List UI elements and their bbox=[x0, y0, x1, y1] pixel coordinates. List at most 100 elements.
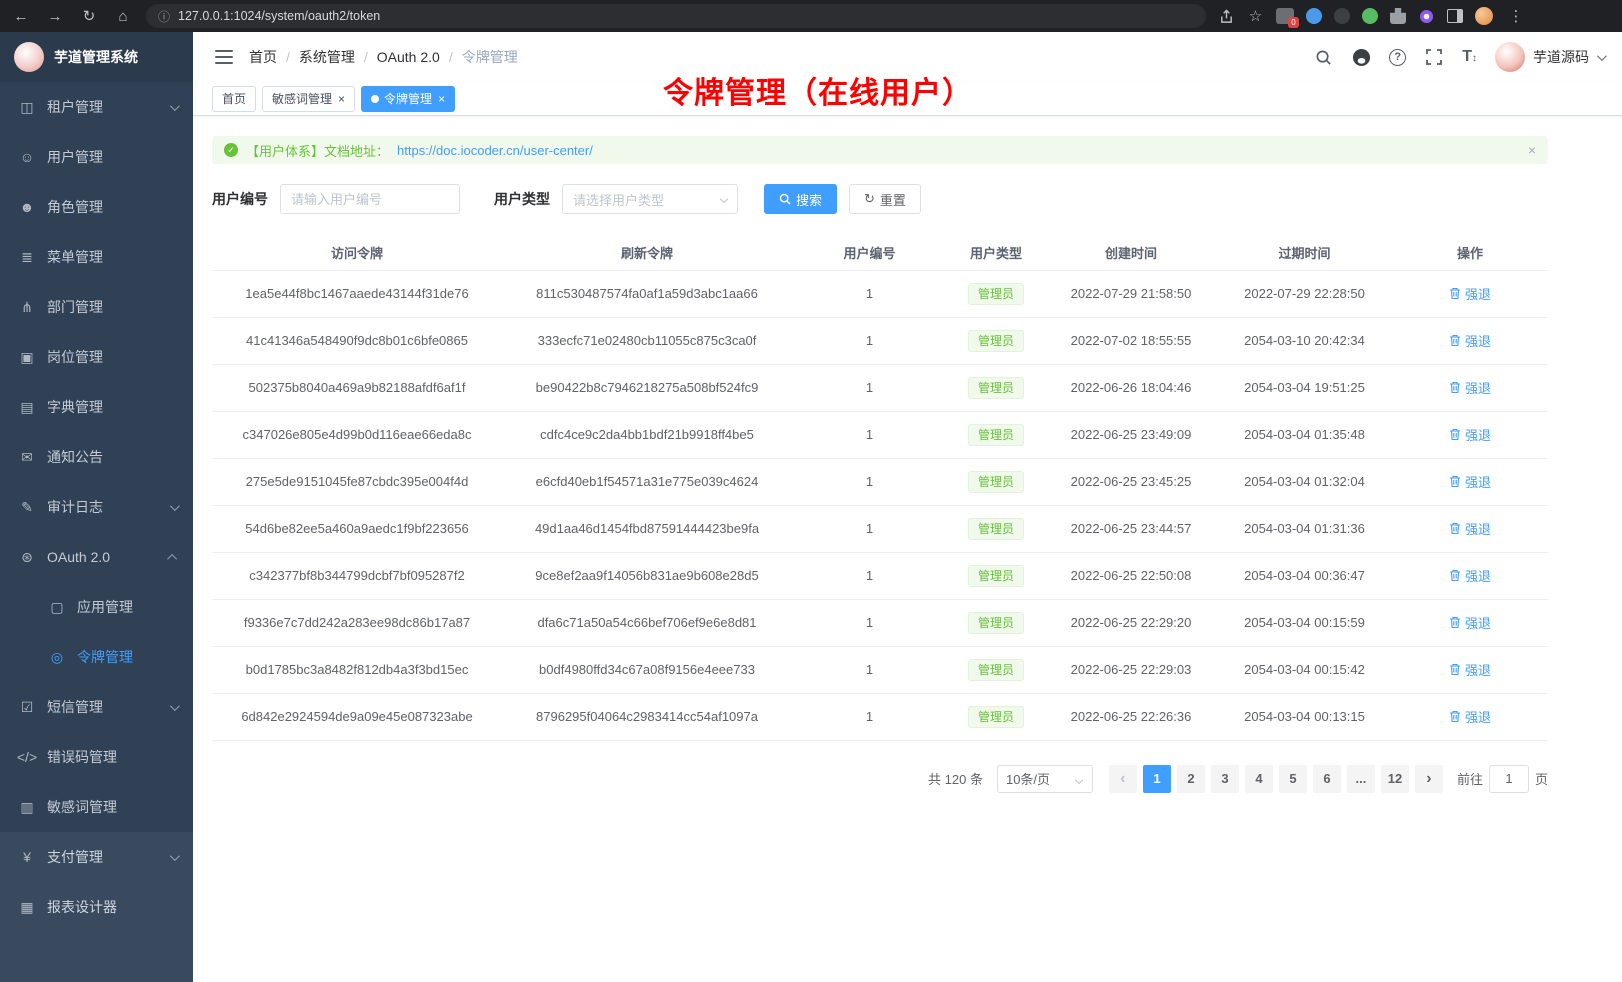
help-icon[interactable] bbox=[1389, 49, 1406, 66]
extension-green-icon[interactable] bbox=[1362, 8, 1378, 24]
user-id-cell: 1 bbox=[792, 646, 947, 693]
extension-dark-icon[interactable] bbox=[1334, 8, 1350, 24]
sidebar-item[interactable]: ◎ 令牌管理 bbox=[0, 632, 193, 682]
search-icon[interactable] bbox=[1313, 47, 1333, 67]
next-page-button[interactable] bbox=[1415, 765, 1443, 793]
doc-link[interactable]: https://doc.iocoder.cn/user-center/ bbox=[397, 143, 593, 158]
reload-icon[interactable]: ↻ bbox=[78, 9, 100, 24]
sidebar-item-label: 通知公告 bbox=[47, 447, 103, 467]
token-table: 访问令牌 刷新令牌 用户编号 用户类型 创建时间 过期时间 操作 1ea5e44… bbox=[212, 236, 1548, 741]
create-time-cell: 2022-06-25 22:29:20 bbox=[1045, 599, 1217, 646]
address-bar[interactable]: ⓘ 127.0.0.1:1024/system/oauth2/token bbox=[146, 4, 1206, 28]
breadcrumb-item[interactable]: 首页 bbox=[249, 47, 277, 67]
share-icon[interactable] bbox=[1218, 8, 1235, 25]
sidebar-item[interactable]: ✉ 通知公告 bbox=[0, 432, 193, 482]
user-type-tag: 管理员 bbox=[968, 565, 1024, 587]
app-logo[interactable]: 芋道管理系统 bbox=[0, 32, 193, 82]
sidebar-item[interactable]: ☺ 用户管理 bbox=[0, 132, 193, 182]
force-logout-button[interactable]: 强退 bbox=[1449, 378, 1491, 397]
force-logout-button[interactable]: 强退 bbox=[1449, 707, 1491, 726]
extensions-puzzle-icon[interactable] bbox=[1390, 8, 1406, 24]
home-icon[interactable]: ⌂ bbox=[112, 9, 134, 24]
force-logout-button[interactable]: 强退 bbox=[1449, 425, 1491, 444]
sidebar-item[interactable]: ☻ 角色管理 bbox=[0, 182, 193, 232]
browser-profile-avatar[interactable] bbox=[1475, 7, 1493, 25]
page-number-button[interactable]: 2 bbox=[1177, 765, 1205, 793]
page-number-button[interactable]: 1 bbox=[1143, 765, 1171, 793]
page-number-button[interactable]: 5 bbox=[1279, 765, 1307, 793]
github-icon[interactable] bbox=[1351, 47, 1371, 67]
reset-button[interactable]: ↻ 重置 bbox=[849, 184, 921, 214]
refresh-icon: ↻ bbox=[864, 191, 875, 207]
page-number-button[interactable]: 6 bbox=[1313, 765, 1341, 793]
prev-page-button[interactable] bbox=[1109, 765, 1137, 793]
force-logout-button[interactable]: 强退 bbox=[1449, 566, 1491, 585]
sidebar-item-label: 租户管理 bbox=[47, 97, 103, 117]
force-logout-button[interactable]: 强退 bbox=[1449, 472, 1491, 491]
fullscreen-icon[interactable] bbox=[1424, 47, 1444, 67]
force-logout-button[interactable]: 强退 bbox=[1449, 519, 1491, 538]
breadcrumb-item[interactable]: OAuth 2.0 bbox=[355, 49, 440, 65]
search-button[interactable]: 搜索 bbox=[764, 184, 837, 214]
force-logout-button[interactable]: 强退 bbox=[1449, 613, 1491, 632]
forward-icon[interactable]: → bbox=[44, 9, 66, 24]
back-icon[interactable]: ← bbox=[10, 9, 32, 24]
close-tab-icon[interactable] bbox=[438, 93, 445, 105]
user-id-label: 用户编号 bbox=[212, 189, 268, 209]
table-header-row: 访问令牌 刷新令牌 用户编号 用户类型 创建时间 过期时间 操作 bbox=[212, 236, 1548, 270]
user-type-tag: 管理员 bbox=[968, 659, 1024, 681]
sidebar-item[interactable]: ≣ 菜单管理 bbox=[0, 232, 193, 282]
page-tab[interactable]: 敏感词管理 bbox=[262, 86, 355, 112]
sidebar-item[interactable]: ▤ 字典管理 bbox=[0, 382, 193, 432]
extension-with-badge-icon[interactable]: 0 bbox=[1276, 8, 1294, 24]
extension-color-icon[interactable] bbox=[1418, 8, 1435, 25]
url-text: 127.0.0.1:1024/system/oauth2/token bbox=[178, 9, 380, 23]
user-type-cell: 管理员 bbox=[947, 693, 1045, 740]
page-size-select[interactable]: 10条/页 bbox=[997, 765, 1093, 793]
sidebar-item[interactable]: ▢ 应用管理 bbox=[0, 582, 193, 632]
active-dot-icon bbox=[371, 95, 379, 103]
user-menu[interactable]: 芋道源码 bbox=[1495, 42, 1604, 72]
app-title: 芋道管理系统 bbox=[54, 47, 138, 67]
sidebar-item[interactable]: ⋔ 部门管理 bbox=[0, 282, 193, 332]
page-number-button[interactable]: ... bbox=[1347, 765, 1375, 793]
oauth-icon: ⊛ bbox=[16, 549, 38, 566]
sidebar-item[interactable]: ◫ 租户管理 bbox=[0, 82, 193, 132]
breadcrumb-item[interactable]: 系统管理 bbox=[277, 47, 355, 67]
force-logout-button[interactable]: 强退 bbox=[1449, 660, 1491, 679]
page-tab[interactable]: 令牌管理 bbox=[361, 86, 455, 112]
bookmark-star-icon[interactable]: ☆ bbox=[1247, 8, 1264, 25]
sidebar-item[interactable]: ▣ 岗位管理 bbox=[0, 332, 193, 382]
user-type-select[interactable]: 请选择用户类型 bbox=[562, 184, 738, 214]
side-panel-icon[interactable] bbox=[1447, 9, 1463, 23]
trash-icon bbox=[1449, 428, 1461, 441]
sidebar-item[interactable]: ⊛ OAuth 2.0 bbox=[0, 532, 193, 582]
sidebar-item[interactable]: </> 错误码管理 bbox=[0, 732, 193, 782]
close-alert-icon[interactable] bbox=[1528, 142, 1536, 158]
force-logout-button[interactable]: 强退 bbox=[1449, 284, 1491, 303]
breadcrumb-item[interactable]: 令牌管理 bbox=[440, 47, 518, 67]
sidebar-item[interactable]: ¥ 支付管理 bbox=[0, 832, 193, 882]
site-info-icon[interactable]: ⓘ bbox=[158, 8, 170, 25]
refresh-token-cell: 333ecfc71e02480cb11055c875c3ca0f bbox=[502, 317, 792, 364]
page-number-button[interactable]: 12 bbox=[1381, 765, 1409, 793]
force-logout-button[interactable]: 强退 bbox=[1449, 331, 1491, 350]
browser-menu-icon[interactable]: ⋮ bbox=[1505, 9, 1527, 24]
sidebar-item[interactable]: ✎ 审计日志 bbox=[0, 482, 193, 532]
table-row: 41c41346a548490f9dc8b01c6bfe0865 333ecfc… bbox=[212, 317, 1548, 364]
goto-page-input[interactable] bbox=[1489, 765, 1529, 793]
font-size-icon[interactable]: T↕ bbox=[1462, 48, 1477, 66]
post-icon: ▣ bbox=[16, 349, 38, 366]
collapse-menu-icon[interactable] bbox=[215, 50, 233, 64]
user-id-input[interactable] bbox=[280, 184, 460, 214]
user-icon: ☺ bbox=[16, 149, 38, 165]
extension-blue-icon[interactable] bbox=[1306, 8, 1322, 24]
sidebar-item[interactable]: ▦ 报表设计器 bbox=[0, 882, 193, 932]
logo-avatar-image bbox=[14, 42, 44, 72]
page-number-button[interactable]: 4 bbox=[1245, 765, 1273, 793]
sidebar-item[interactable]: ▥ 敏感词管理 bbox=[0, 782, 193, 832]
sidebar-item[interactable]: ☑ 短信管理 bbox=[0, 682, 193, 732]
page-number-button[interactable]: 3 bbox=[1211, 765, 1239, 793]
close-tab-icon[interactable] bbox=[338, 93, 345, 105]
page-tab[interactable]: 首页 bbox=[212, 86, 256, 112]
